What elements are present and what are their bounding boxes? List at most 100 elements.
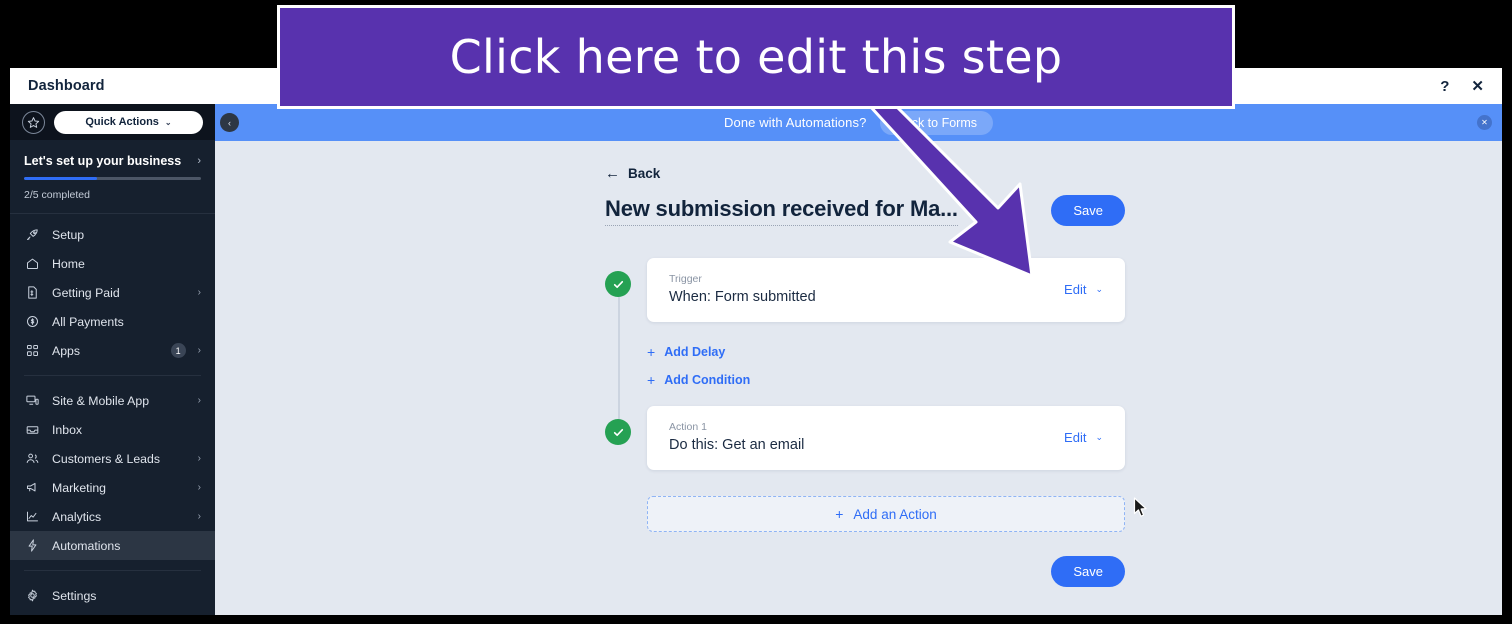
gear-icon [24,588,40,604]
bottom-save-row: Save [647,556,1125,587]
back-label: Back [628,166,661,181]
trigger-card[interactable]: Trigger When: Form submitted Edit ⌄ [647,258,1125,322]
dollar-circle-icon [24,314,40,330]
add-an-action-label: Add an Action [853,506,937,522]
sidebar-nav-group-3: Settings [10,575,215,615]
sidebar-item-site-mobile-app[interactable]: Site & Mobile App › [10,386,215,415]
business-setup-title: Let's set up your business [24,154,182,168]
sidebar-item-setup[interactable]: Setup [10,220,215,249]
setup-progress-label: 2/5 completed [24,189,90,201]
chevron-left-icon: ‹ [228,117,231,128]
sidebar-nav-group-1: Setup Home Getting Paid › All Payments A… [10,214,215,371]
plus-icon: + [835,506,844,522]
business-setup-row[interactable]: Let's set up your business › [24,154,201,168]
save-button-top[interactable]: Save [1051,195,1125,226]
add-delay-label: Add Delay [664,345,726,359]
window-header-actions: ? ✕ [1440,79,1484,94]
close-icon[interactable]: ✕ [1471,79,1484,94]
sidebar-item-customers-leads[interactable]: Customers & Leads › [10,444,215,473]
main-pane: ‹ Done with Automations? Back to Forms ✕… [215,104,1502,615]
chevron-right-icon: › [197,395,201,406]
add-condition-label: Add Condition [664,373,751,387]
sidebar-item-getting-paid[interactable]: Getting Paid › [10,278,215,307]
add-delay-button[interactable]: + Add Delay [647,338,1125,366]
sidebar-item-label: Settings [52,588,97,603]
step-title: Do this: Get an email [669,437,805,453]
action-card-texts: Action 1 Do this: Get an email [669,421,1064,453]
step-kicker: Trigger [669,273,702,285]
sidebar-item-label: Home [52,256,85,271]
sidebar-item-label: All Payments [52,314,124,329]
notice-bar-message: Done with Automations? [724,115,867,130]
help-icon[interactable]: ? [1440,79,1449,94]
apps-badge-count: 1 [170,343,186,358]
automation-canvas: ← Back New submission received for Ma...… [215,141,1502,615]
close-glyph: ✕ [1481,118,1488,127]
chevron-down-icon: ⌄ [1095,283,1103,294]
sidebar-item-settings[interactable]: Settings [10,581,215,610]
sidebar-item-marketing[interactable]: Marketing › [10,473,215,502]
add-condition-button[interactable]: + Add Condition [647,366,1125,394]
sidebar-item-label: Automations [52,538,121,553]
sidebar-item-label: Customers & Leads [52,451,160,466]
star-outline-icon[interactable] [22,110,45,134]
sidebar-item-label: Setup [52,227,85,242]
automations-notice-bar: ‹ Done with Automations? Back to Forms ✕ [215,104,1502,141]
chevron-down-icon: ⌄ [164,117,172,127]
automation-steps: Trigger When: Form submitted Edit ⌄ + Ad… [605,258,1125,587]
page-title: Dashboard [28,78,105,94]
sidebar-item-automations[interactable]: Automations [10,531,215,560]
instruction-banner-text: Click here to edit this step [449,30,1063,84]
sidebar-item-label: Apps [52,343,81,358]
trigger-card-texts: Trigger When: Form submitted [669,273,1064,305]
mouse-cursor [1133,497,1149,519]
sidebar-item-home[interactable]: Home [10,249,215,278]
sidebar-nav-group-2: Site & Mobile App › Inbox Customers & Le… [10,380,215,566]
plus-icon: + [647,344,656,360]
sidebar-item-analytics[interactable]: Analytics › [10,502,215,531]
chevron-right-icon: › [197,482,201,493]
back-button[interactable]: ← Back [605,165,660,182]
people-icon [24,451,40,467]
app-window: Dashboard ? ✕ Quick Actions ⌄ Let's set … [10,68,1502,615]
quick-actions-label: Quick Actions [85,116,159,128]
sidebar-item-inbox[interactable]: Inbox [10,415,215,444]
sidebar-item-apps[interactable]: Apps 1 › [10,336,215,365]
sidebar-divider [24,375,201,376]
sidebar-item-label: Getting Paid [52,285,120,300]
screenshot-root: Dashboard ? ✕ Quick Actions ⌄ Let's set … [0,0,1512,624]
sidebar-item-all-payments[interactable]: All Payments [10,307,215,336]
chevron-right-icon: › [197,453,201,464]
flow-title-input[interactable]: New submission received for Ma... [605,196,958,226]
chevron-right-icon: › [197,511,201,522]
sidebar: Quick Actions ⌄ Let's set up your busine… [10,104,215,615]
check-icon [605,419,631,445]
instruction-banner: Click here to edit this step [277,5,1235,109]
setup-progress-fill [24,177,97,180]
quick-actions-button[interactable]: Quick Actions ⌄ [54,110,203,134]
back-to-forms-button[interactable]: Back to Forms [880,110,993,135]
sidebar-top-bar: Quick Actions ⌄ [10,104,215,140]
edit-action-button[interactable]: Edit ⌄ [1064,430,1103,445]
flow-title-row: New submission received for Ma... Save [605,195,1125,226]
edit-trigger-button[interactable]: Edit ⌄ [1064,282,1103,297]
step-row-trigger: Trigger When: Form submitted Edit ⌄ [605,258,1125,322]
notice-close-icon[interactable]: ✕ [1477,115,1492,130]
megaphone-icon [24,480,40,496]
notice-bar-content: Done with Automations? Back to Forms [724,110,993,135]
chart-line-icon [24,509,40,525]
add-an-action-button[interactable]: + Add an Action [647,496,1125,532]
sidebar-divider [24,570,201,571]
rocket-icon [24,227,40,243]
sidebar-item-label: Site & Mobile App [52,393,150,408]
action-card[interactable]: Action 1 Do this: Get an email Edit ⌄ [647,406,1125,470]
sidebar-item-label: Analytics [52,509,102,524]
step-insert-links: + Add Delay + Add Condition [647,322,1125,406]
step-row-action-1: Action 1 Do this: Get an email Edit ⌄ [605,406,1125,470]
apps-grid-icon [24,343,40,359]
chevron-right-icon: › [197,287,201,298]
save-button-bottom[interactable]: Save [1051,556,1125,587]
business-setup-panel[interactable]: Let's set up your business › 2/5 complet… [10,140,215,214]
monitor-mobile-icon [24,393,40,409]
sidebar-collapse-button[interactable]: ‹ [220,113,239,132]
